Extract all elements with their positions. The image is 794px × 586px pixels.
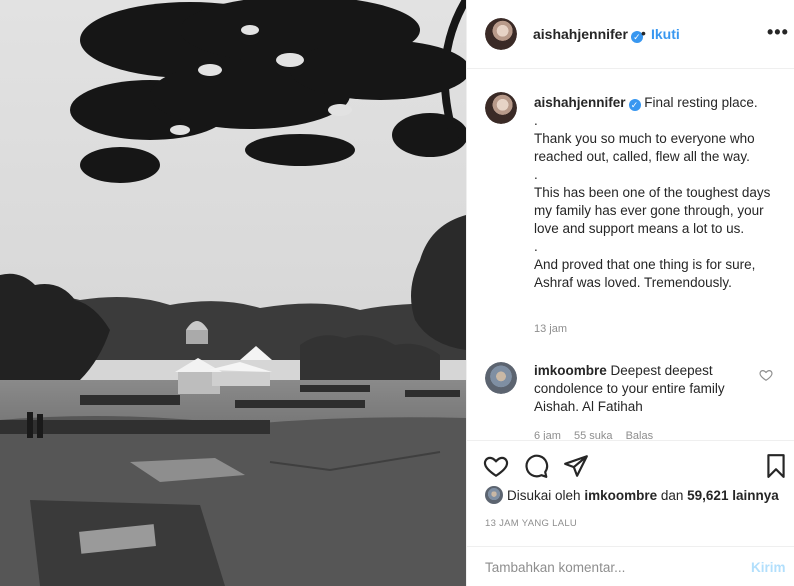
- likes-summary: Disukai oleh imkoombre dan 59,621 lainny…: [485, 486, 779, 506]
- liker-avatar[interactable]: [485, 486, 503, 504]
- likes-prefix: Disukai oleh: [507, 488, 581, 503]
- author-username-label[interactable]: aishahjennifer: [533, 26, 628, 42]
- liker-username[interactable]: imkoombre: [584, 488, 657, 503]
- small-heart-icon[interactable]: [759, 368, 773, 382]
- header-dot: •: [641, 25, 646, 41]
- comment-time[interactable]: 6 jam: [534, 430, 561, 440]
- post-photo[interactable]: [0, 0, 466, 586]
- follow-button[interactable]: Ikuti: [651, 26, 680, 42]
- send-icon[interactable]: [563, 453, 589, 479]
- author-avatar[interactable]: [485, 18, 517, 50]
- caption-avatar[interactable]: [485, 92, 517, 124]
- post-timestamp[interactable]: 13 JAM YANG LALU: [485, 518, 577, 529]
- commenter-username[interactable]: imkoombre: [534, 363, 607, 378]
- post-side-panel: aishahjennifer ✓ • Ikuti ••• aishahjennif…: [466, 0, 794, 586]
- comment-likes[interactable]: 55 suka: [574, 430, 613, 440]
- heart-icon[interactable]: [483, 453, 509, 479]
- action-bar: [467, 440, 794, 490]
- caption-username[interactable]: aishahjennifer: [534, 95, 626, 110]
- caption-line: .: [534, 113, 538, 128]
- comments-list[interactable]: aishahjennifer ✓ Final resting place. . T…: [467, 70, 794, 440]
- cemetery-photo: [0, 0, 466, 586]
- commenter-avatar[interactable]: [485, 362, 517, 394]
- caption-time[interactable]: 13 jam: [534, 323, 567, 335]
- verified-badge-icon: ✓: [628, 99, 641, 111]
- post-comment-button[interactable]: Kirim: [751, 560, 786, 575]
- caption-line: .: [534, 239, 538, 254]
- author-username[interactable]: aishahjennifer ✓: [533, 26, 643, 43]
- comment-text: imkoombre Deepest deepest condolence to …: [534, 362, 754, 416]
- caption-line: .: [534, 167, 538, 182]
- likes-joiner: dan: [660, 488, 684, 503]
- caption-line: Thank you so much to everyone who reache…: [534, 131, 755, 164]
- comment-input[interactable]: [485, 555, 735, 579]
- post-header: aishahjennifer ✓ • Ikuti •••: [467, 0, 794, 69]
- caption-line: This has been one of the toughest days m…: [534, 185, 771, 236]
- reply-button[interactable]: Balas: [626, 430, 654, 440]
- bookmark-icon[interactable]: [763, 453, 789, 479]
- more-options-icon[interactable]: •••: [767, 22, 789, 43]
- likes-count[interactable]: 59,621 lainnya: [687, 488, 779, 503]
- caption-line: And proved that one thing is for sure, A…: [534, 257, 756, 290]
- add-comment-bar: Kirim: [467, 546, 794, 586]
- comment-meta: 6 jam 55 suka Balas: [534, 430, 663, 440]
- caption-text: aishahjennifer ✓ Final resting place. . T…: [534, 94, 779, 292]
- caption-line: Final resting place.: [644, 95, 758, 110]
- comment-icon[interactable]: [523, 453, 549, 479]
